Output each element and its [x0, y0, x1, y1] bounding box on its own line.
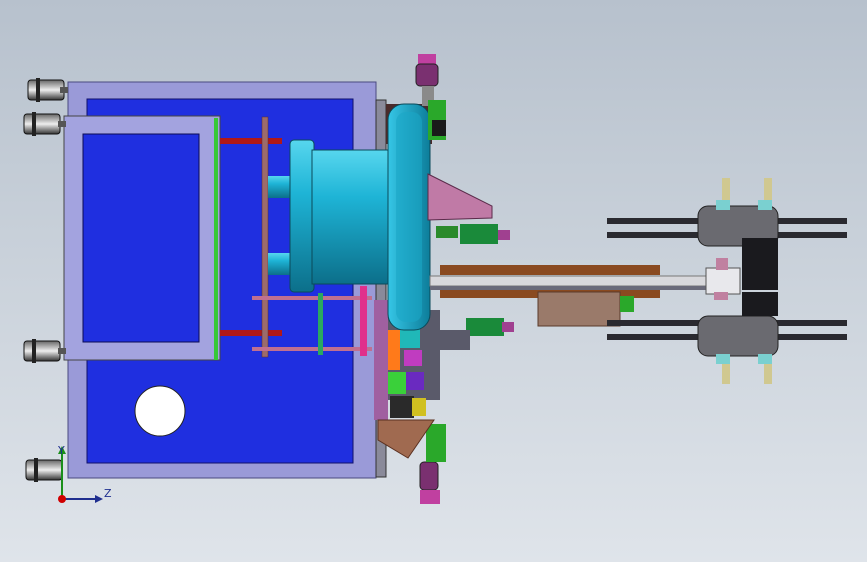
leveling-foot-2[interactable] — [23, 112, 66, 136]
frame-hole — [134, 385, 186, 437]
cad-model-view[interactable]: Y Z — [0, 0, 867, 562]
y-axis-label: Y — [57, 444, 65, 457]
bracket[interactable] — [427, 173, 514, 350]
z-axis-label: Z — [104, 487, 112, 500]
bottom-mount[interactable] — [377, 419, 446, 504]
leveling-foot-3[interactable] — [23, 339, 66, 363]
front-panel[interactable] — [63, 115, 221, 361]
leveling-foot-1[interactable] — [27, 78, 68, 102]
cad-viewport[interactable]: Y Z — [0, 0, 867, 562]
slide-rail[interactable] — [429, 265, 741, 327]
leveling-foot-4[interactable] — [25, 458, 63, 482]
